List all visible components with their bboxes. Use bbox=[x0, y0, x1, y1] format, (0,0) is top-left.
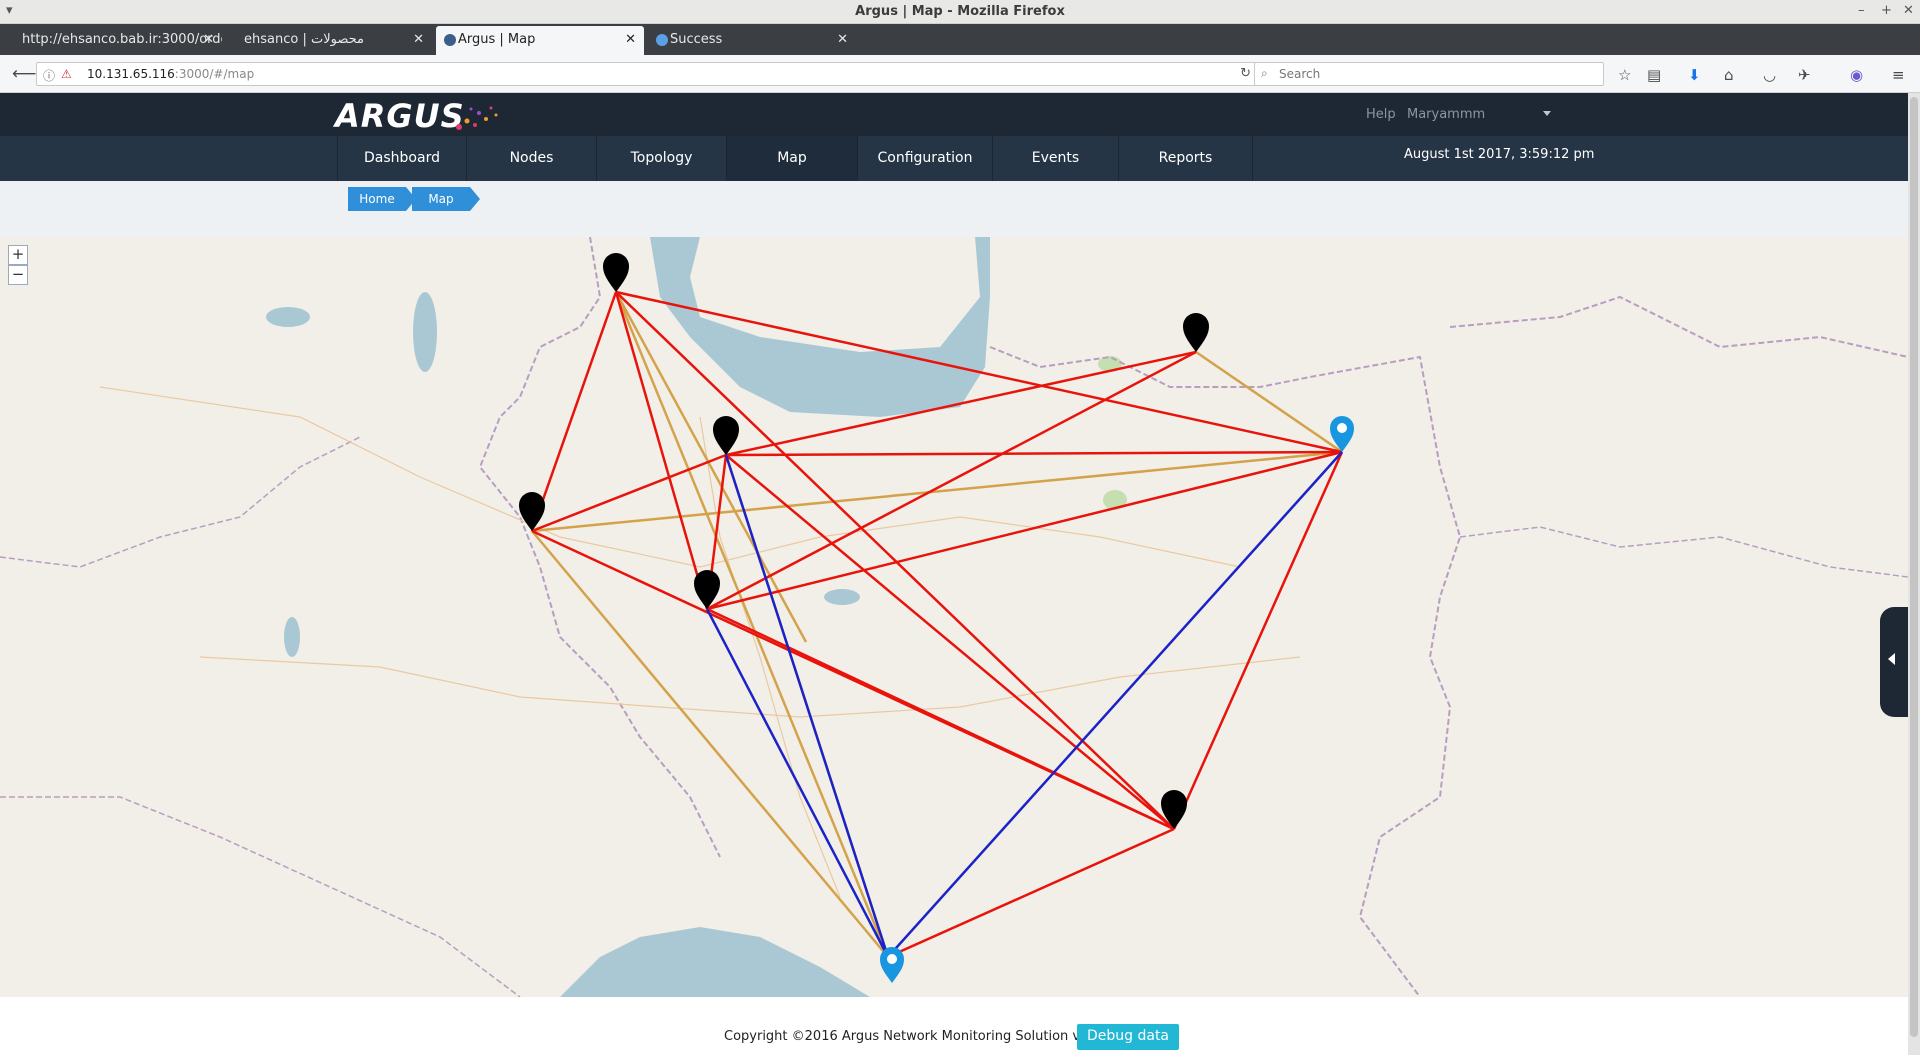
map-canvas[interactable] bbox=[0, 237, 1908, 997]
bookmark-star-icon[interactable]: ☆ bbox=[1618, 66, 1631, 84]
menu-map[interactable]: Map bbox=[727, 136, 858, 181]
menu-dashboard[interactable]: Dashboard bbox=[337, 136, 467, 181]
extension-icon[interactable]: ✈ bbox=[1798, 66, 1811, 84]
zoom-in-button[interactable]: + bbox=[8, 245, 28, 265]
chevron-left-icon bbox=[1888, 653, 1895, 665]
lake-tharthar bbox=[284, 617, 300, 657]
scrollbar-thumb[interactable] bbox=[1910, 97, 1918, 1037]
hamburger-menu-icon[interactable]: ≡ bbox=[1892, 66, 1905, 84]
menu-topology[interactable]: Topology bbox=[597, 136, 727, 181]
current-datetime: August 1st 2017, 3:59:12 pm bbox=[1404, 147, 1595, 162]
side-panel-toggle[interactable] bbox=[1880, 607, 1908, 717]
tab-label: http://ehsanco.bab.ir:3000/orde bbox=[22, 32, 222, 47]
home-icon[interactable]: ⌂ bbox=[1724, 66, 1734, 84]
user-menu[interactable]: Maryammm bbox=[1407, 107, 1485, 122]
main-menu: Dashboard Nodes Topology Map Configurati… bbox=[0, 136, 1908, 181]
logo-text: ARGUS bbox=[335, 97, 465, 135]
info-icon[interactable]: ⓘ bbox=[43, 67, 55, 84]
insecure-lock-icon: ⚠ bbox=[61, 67, 72, 81]
app-header: ARGUS Help Maryammm bbox=[0, 93, 1908, 136]
copyright-text: Copyright ©2016 Argus Network Monitoring… bbox=[724, 1029, 1110, 1044]
search-box[interactable]: ⌕ Search bbox=[1254, 62, 1604, 86]
addon-icon[interactable]: ◉ bbox=[1850, 66, 1863, 84]
pocket-icon[interactable]: ◡ bbox=[1763, 66, 1776, 84]
zoom-out-button[interactable]: − bbox=[8, 265, 28, 285]
tab-label: Argus | Map bbox=[458, 32, 536, 47]
argus-logo[interactable]: ARGUS bbox=[335, 97, 498, 135]
debug-data-button[interactable]: Debug data bbox=[1077, 1024, 1179, 1050]
browser-navbar: ⟵ ⓘ ⚠ 10.131.65.116:3000/#/map ↻ ⌕ Searc… bbox=[0, 55, 1920, 93]
back-arrow-icon[interactable]: ⟵ bbox=[12, 64, 36, 84]
menu-reports[interactable]: Reports bbox=[1119, 136, 1253, 181]
tab-label: ehsanco | محصولات bbox=[244, 32, 364, 47]
breadcrumb: Home Map bbox=[0, 181, 1908, 237]
breadcrumb-home[interactable]: Home bbox=[348, 187, 416, 211]
browser-tab-orders[interactable]: http://ehsanco.bab.ir:3000/orde ✕ bbox=[0, 26, 222, 55]
help-link[interactable]: Help bbox=[1366, 107, 1396, 122]
url-host: 10.131.65.116 bbox=[87, 67, 175, 81]
close-tab-icon[interactable]: ✕ bbox=[625, 32, 636, 47]
menu-events[interactable]: Events bbox=[993, 136, 1119, 181]
url-text: 10.131.65.116:3000/#/map bbox=[87, 67, 254, 81]
download-icon[interactable]: ⬇ bbox=[1688, 66, 1701, 84]
lake-van bbox=[266, 307, 310, 327]
close-tab-icon[interactable]: ✕ bbox=[203, 32, 214, 47]
logo-dots-icon bbox=[456, 106, 498, 130]
salt-lake bbox=[824, 589, 860, 605]
tab-label: Success bbox=[670, 32, 723, 47]
close-tab-icon[interactable]: ✕ bbox=[837, 32, 848, 47]
chevron-down-icon[interactable] bbox=[1543, 111, 1551, 116]
close-window-icon[interactable]: ✕ bbox=[1903, 3, 1914, 18]
browser-tab-argus-map[interactable]: Argus | Map ✕ bbox=[436, 26, 644, 55]
reload-icon[interactable]: ↻ bbox=[1240, 66, 1251, 81]
url-bar[interactable]: ⓘ ⚠ 10.131.65.116:3000/#/map ↻ bbox=[36, 62, 1258, 86]
minimize-icon[interactable]: – bbox=[1858, 3, 1865, 18]
globe-favicon-icon bbox=[656, 34, 668, 46]
breadcrumb-map[interactable]: Map bbox=[412, 187, 480, 211]
page-footer: Copyright ©2016 Argus Network Monitoring… bbox=[0, 1015, 1908, 1055]
search-icon: ⌕ bbox=[1261, 66, 1268, 80]
close-tab-icon[interactable]: ✕ bbox=[413, 32, 424, 47]
maximize-icon[interactable]: + bbox=[1881, 3, 1892, 18]
network-map[interactable]: + − bbox=[0, 237, 1908, 997]
tab-strip: http://ehsanco.bab.ir:3000/orde ✕ ehsanc… bbox=[0, 24, 1920, 73]
argus-favicon-icon bbox=[444, 34, 456, 46]
browser-tab-ehsanco[interactable]: ehsanco | محصولات ✕ bbox=[222, 26, 432, 55]
browser-tab-success[interactable]: Success ✕ bbox=[648, 26, 856, 55]
search-placeholder: Search bbox=[1279, 67, 1321, 81]
window-titlebar: ▾ Argus | Map - Mozilla Firefox – + ✕ bbox=[0, 0, 1920, 24]
page-scrollbar[interactable] bbox=[1908, 93, 1920, 1055]
window-title: Argus | Map - Mozilla Firefox bbox=[855, 4, 1065, 19]
menu-nodes[interactable]: Nodes bbox=[467, 136, 597, 181]
lake-urmia bbox=[413, 292, 437, 372]
url-path: :3000/#/map bbox=[174, 67, 255, 81]
reading-list-icon[interactable]: ▤ bbox=[1647, 66, 1661, 84]
menu-configuration[interactable]: Configuration bbox=[858, 136, 993, 181]
